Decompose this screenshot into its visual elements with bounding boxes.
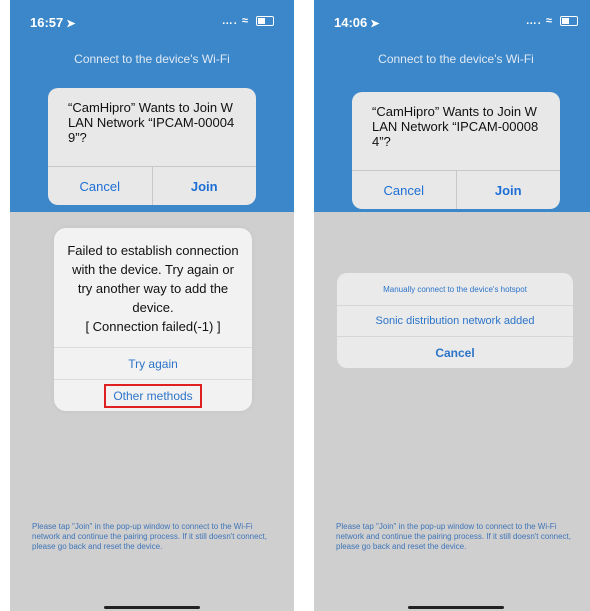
right-phone-screen: 14:06 ➤ …. ≈ Connect to the device's Wi-F… — [314, 0, 590, 611]
dialog-line: try another way to add the — [77, 281, 229, 296]
method-action-sheet: Manually connect to the device's hotspot… — [337, 273, 573, 368]
footer-instructions: Please tap "Join" in the pop-up window t… — [32, 522, 267, 551]
status-icons: …. ≈ — [222, 15, 274, 27]
wifi-join-message: “CamHipro” Wants to Join W LAN Network “… — [372, 104, 539, 149]
wifi-icon: ≈ — [545, 15, 553, 27]
sonic-network-option[interactable]: Sonic distribution network added — [337, 306, 573, 337]
battery-icon — [560, 16, 578, 27]
other-methods-button[interactable]: Other methods — [54, 379, 252, 411]
home-indicator — [104, 606, 200, 609]
signal-icon: …. — [221, 15, 242, 27]
wifi-icon: ≈ — [241, 15, 249, 27]
try-again-label: Try again — [128, 356, 178, 371]
dialog-line: Failed to establish connection — [67, 243, 239, 258]
wifi-join-alert: “CamHipro” Wants to Join W LAN Network “… — [352, 92, 560, 209]
status-time: 14:06 ➤ — [334, 15, 380, 30]
status-bar: 14:06 ➤ …. ≈ — [314, 12, 590, 32]
dialog-line: device. — [132, 300, 174, 315]
error-code: [ Connection failed(-1) ] — [85, 319, 221, 334]
dialog-line: with the device. Try again or — [72, 262, 234, 277]
cancel-button[interactable]: Cancel — [48, 167, 152, 205]
join-button[interactable]: Join — [455, 171, 561, 209]
footer-instructions: Please tap "Join" in the pop-up window t… — [336, 522, 571, 551]
dialog-message: Failed to establish connection with the … — [54, 228, 252, 347]
location-arrow-icon: ➤ — [66, 18, 76, 30]
left-phone-screen: 16:57 ➤ …. ≈ Connect to the device's Wi-F… — [10, 0, 294, 611]
wifi-join-alert: “CamHipro” Wants to Join W LAN Network “… — [48, 88, 256, 205]
join-button[interactable]: Join — [151, 167, 257, 205]
cancel-button[interactable]: Cancel — [352, 171, 456, 209]
status-bar: 16:57 ➤ …. ≈ — [10, 12, 294, 32]
other-methods-label: Other methods — [104, 383, 202, 408]
signal-icon: …. — [525, 15, 546, 27]
page-title: Connect to the device's Wi-Fi — [378, 52, 534, 66]
status-time: 16:57 ➤ — [30, 15, 76, 30]
sheet-cancel-button[interactable]: Cancel — [337, 337, 573, 368]
location-arrow-icon: ➤ — [370, 18, 380, 30]
try-again-button[interactable]: Try again — [54, 347, 252, 379]
status-icons: …. ≈ — [526, 15, 578, 27]
home-indicator — [408, 606, 504, 609]
page-title: Connect to the device's Wi-Fi — [74, 52, 230, 66]
wifi-join-message: “CamHipro” Wants to Join W LAN Network “… — [68, 100, 235, 145]
manual-hotspot-option[interactable]: Manually connect to the device's hotspot — [337, 273, 573, 306]
battery-icon — [256, 16, 274, 27]
wifi-join-buttons: Cancel Join — [48, 166, 256, 205]
wifi-join-buttons: Cancel Join — [352, 170, 560, 209]
connection-failed-dialog: Failed to establish connection with the … — [54, 228, 252, 411]
